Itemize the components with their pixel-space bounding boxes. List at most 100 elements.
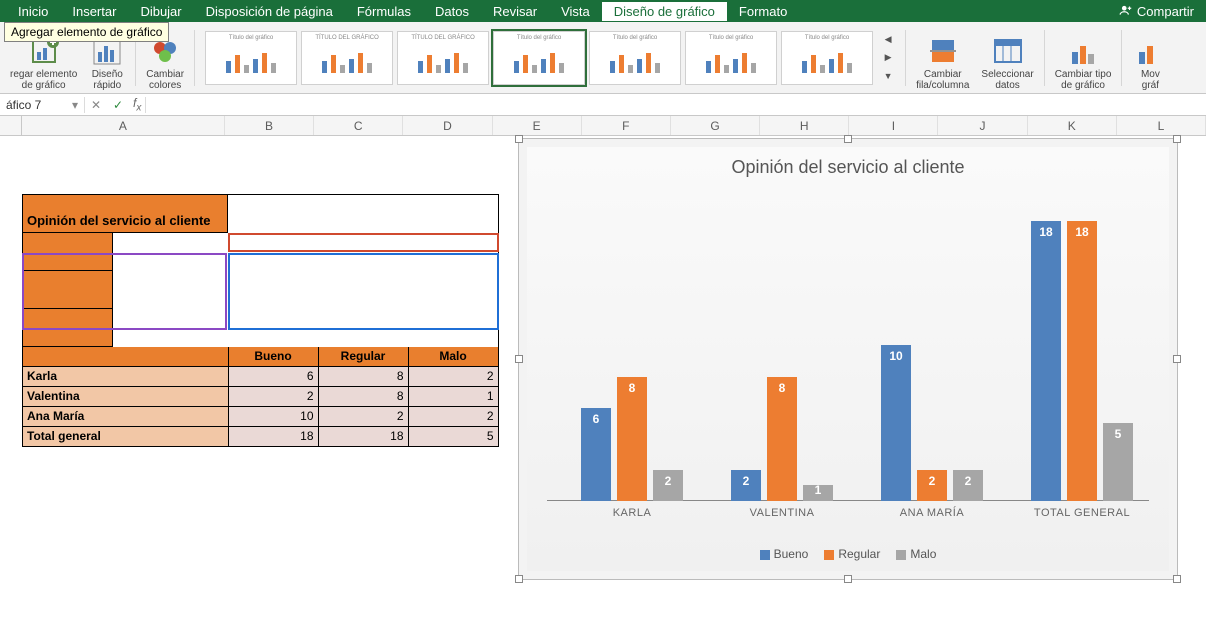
col-header-G[interactable]: G [671, 116, 760, 135]
name-box[interactable]: áfico 7 [0, 98, 72, 112]
col-header-regular[interactable]: Regular [318, 347, 408, 366]
resize-handle[interactable] [844, 575, 852, 583]
resize-handle[interactable] [515, 135, 523, 143]
menu-vista[interactable]: Vista [549, 2, 602, 21]
menu-revisar[interactable]: Revisar [481, 2, 549, 21]
chart-style-4[interactable]: Título del gráfico [493, 31, 585, 85]
legend-item[interactable]: Regular [824, 547, 880, 561]
gallery-next-icon[interactable]: ▶ [881, 51, 895, 65]
menu-insertar[interactable]: Insertar [60, 2, 128, 21]
pivot-row-name[interactable]: Karla [23, 366, 229, 386]
pivot-cell[interactable]: 6 [228, 366, 318, 386]
pivot-cell[interactable]: 2 [408, 366, 498, 386]
resize-handle[interactable] [515, 575, 523, 583]
select-data-button[interactable]: Seleccionar datos [975, 24, 1039, 91]
pivot-cell[interactable]: 2 [408, 406, 498, 426]
chart-bar[interactable]: 8 [767, 377, 797, 501]
menu-formato[interactable]: Formato [727, 2, 799, 21]
menu-disposicion[interactable]: Disposición de página [194, 2, 345, 21]
cancel-formula-icon[interactable]: ✕ [85, 98, 107, 112]
menu-datos[interactable]: Datos [423, 2, 481, 21]
resize-handle[interactable] [844, 135, 852, 143]
pivot-cell[interactable]: 2 [228, 386, 318, 406]
pivot-title-cell[interactable]: Opinión del servicio al cliente [23, 195, 228, 233]
pivot-row-name[interactable]: Valentina [23, 386, 229, 406]
chart-bar[interactable]: 2 [731, 470, 761, 501]
chart-bar[interactable]: 5 [1103, 423, 1133, 501]
col-header-D[interactable]: D [403, 116, 492, 135]
pivot-cell[interactable]: 10 [228, 406, 318, 426]
fx-icon[interactable]: fx [129, 96, 145, 113]
pivot-row-name[interactable]: Ana María [23, 406, 229, 426]
worksheet[interactable]: A B C D E F G H I J K L Opinión del serv… [0, 116, 1206, 635]
bar-data-label: 10 [881, 349, 911, 363]
legend-item[interactable]: Bueno [760, 547, 809, 561]
change-chart-type-button[interactable]: Cambiar tipo de gráfico [1049, 24, 1118, 91]
pivot-cell[interactable]: 18 [228, 426, 318, 446]
col-header-H[interactable]: H [760, 116, 849, 135]
col-header-C[interactable]: C [314, 116, 403, 135]
bar-data-label: 8 [767, 381, 797, 395]
chart-bar-group[interactable]: 281VALENTINA [707, 377, 857, 501]
pivot-cell[interactable]: 5 [408, 426, 498, 446]
gallery-more-icon[interactable]: ▼ [881, 69, 895, 83]
menu-formulas[interactable]: Fórmulas [345, 2, 423, 21]
col-header-J[interactable]: J [938, 116, 1027, 135]
col-header-I[interactable]: I [849, 116, 938, 135]
chart-bar[interactable]: 18 [1031, 221, 1061, 501]
chart-legend[interactable]: Bueno Regular Malo [527, 547, 1169, 561]
chart-bar-group[interactable]: 1022ANA MARÍA [857, 345, 1007, 501]
resize-handle[interactable] [515, 355, 523, 363]
pivot-cell[interactable]: 1 [408, 386, 498, 406]
embedded-chart[interactable]: Opinión del servicio al cliente 682KARLA… [518, 138, 1178, 580]
move-chart-button[interactable]: Mov gráf [1126, 24, 1174, 91]
name-box-dropdown-icon[interactable]: ▾ [72, 98, 84, 112]
col-header-A[interactable]: A [22, 116, 225, 135]
chart-bar[interactable]: 2 [653, 470, 683, 501]
move-label2: gráf [1142, 80, 1159, 91]
col-header-K[interactable]: K [1028, 116, 1117, 135]
col-header-B[interactable]: B [225, 116, 314, 135]
pivot-row-name[interactable]: Total general [23, 426, 229, 446]
confirm-formula-icon[interactable]: ✓ [107, 98, 129, 112]
chart-bar[interactable]: 1 [803, 485, 833, 501]
chart-bar[interactable]: 2 [953, 470, 983, 501]
select-all-corner[interactable] [0, 116, 22, 135]
col-header-E[interactable]: E [493, 116, 582, 135]
chart-title[interactable]: Opinión del servicio al cliente [527, 147, 1169, 184]
chart-style-3[interactable]: TÍTULO DEL GRÁFICO [397, 31, 489, 85]
chart-bar[interactable]: 6 [581, 408, 611, 501]
resize-handle[interactable] [1173, 135, 1181, 143]
resize-handle[interactable] [1173, 575, 1181, 583]
col-header-malo[interactable]: Malo [408, 347, 498, 366]
pivot-cell[interactable]: 18 [318, 426, 408, 446]
col-header-F[interactable]: F [582, 116, 671, 135]
pivot-cell[interactable]: 8 [318, 366, 408, 386]
resize-handle[interactable] [1173, 355, 1181, 363]
pivot-cell[interactable]: 2 [318, 406, 408, 426]
chart-bar[interactable]: 10 [881, 345, 911, 501]
chart-bar[interactable]: 8 [617, 377, 647, 501]
chart-style-2[interactable]: TÍTULO DEL GRÁFICO [301, 31, 393, 85]
menu-dibujar[interactable]: Dibujar [128, 2, 193, 21]
chart-plot-area[interactable]: 682KARLA281VALENTINA1022ANA MARÍA18185TO… [547, 197, 1149, 501]
share-button[interactable]: Compartir [1113, 1, 1200, 22]
chart-bar[interactable]: 18 [1067, 221, 1097, 501]
legend-item[interactable]: Malo [896, 547, 936, 561]
chart-style-1[interactable]: Título del gráfico [205, 31, 297, 85]
chart-bar[interactable]: 2 [917, 470, 947, 501]
chart-style-5[interactable]: Título del gráfico [589, 31, 681, 85]
col-header-L[interactable]: L [1117, 116, 1206, 135]
pivot-cell[interactable]: 8 [318, 386, 408, 406]
chart-bar-group[interactable]: 18185TOTAL GENERAL [1007, 221, 1157, 501]
menu-diseno-grafico[interactable]: Diseño de gráfico [602, 2, 727, 21]
chart-style-6[interactable]: Título del gráfico [685, 31, 777, 85]
col-header-bueno[interactable]: Bueno [228, 347, 318, 366]
bar-data-label: 2 [917, 474, 947, 488]
pivot-table[interactable]: Opinión del servicio al cliente Bueno Re… [22, 194, 499, 447]
switch-row-column-button[interactable]: Cambiar fila/columna [910, 24, 975, 91]
chart-style-7[interactable]: Título del gráfico [781, 31, 873, 85]
chart-bar-group[interactable]: 682KARLA [557, 377, 707, 501]
gallery-prev-icon[interactable]: ◀ [881, 33, 895, 47]
menu-inicio[interactable]: Inicio [6, 2, 60, 21]
